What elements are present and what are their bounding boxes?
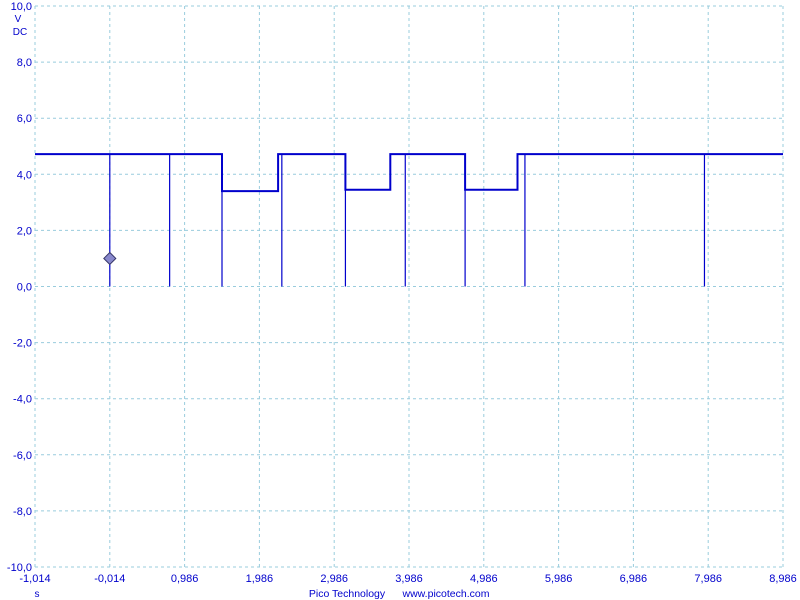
y-axis-tick-labels: 10,08,06,04,02,00,0-2,0-4,0-6,0-8,0-10,0 xyxy=(7,1,32,574)
x-tick-label: 2,986 xyxy=(320,573,348,585)
grid-layer xyxy=(34,5,784,568)
x-tick-label: -1,014 xyxy=(19,573,50,585)
footer-url: www.picotech.com xyxy=(402,588,490,600)
x-tick-label: 5,986 xyxy=(545,573,573,585)
y-axis-coupling-label: DC xyxy=(13,27,27,38)
y-tick-label: 2,0 xyxy=(17,225,32,237)
y-tick-label: 6,0 xyxy=(17,113,32,125)
footer-brand: Pico Technology xyxy=(309,588,386,600)
y-tick-label: -6,0 xyxy=(13,450,32,462)
y-tick-label: 10,0 xyxy=(11,1,32,13)
y-tick-label: 8,0 xyxy=(17,57,32,69)
x-tick-label: 3,986 xyxy=(395,573,423,585)
x-tick-label: 6,986 xyxy=(620,573,648,585)
x-tick-label: 0,986 xyxy=(171,573,199,585)
trigger-marker[interactable] xyxy=(103,251,117,266)
x-axis-tick-labels: -1,014 -0,014 0,986 1,986 2,986 3,986 4,986 5,9… xyxy=(19,573,796,585)
oscilloscope-chart: 10,08,06,04,02,00,0-2,0-4,0-6,0-8,0-10,0… xyxy=(7,1,797,600)
x-tick-label: 7,986 xyxy=(694,573,722,585)
y-axis-unit-label: V xyxy=(15,14,22,25)
y-tick-label: -2,0 xyxy=(13,338,32,350)
voltage-trace xyxy=(35,153,783,193)
x-axis-unit-label: s xyxy=(35,589,40,600)
x-tick-label: 1,986 xyxy=(246,573,274,585)
y-tick-label: 4,0 xyxy=(17,169,32,181)
x-tick-label: 4,986 xyxy=(470,573,498,585)
x-tick-label: 8,986 xyxy=(769,573,797,585)
y-tick-label: 0,0 xyxy=(17,282,32,294)
y-tick-label: -8,0 xyxy=(13,506,32,518)
y-tick-label: -4,0 xyxy=(13,394,32,406)
x-tick-label: -0,014 xyxy=(94,573,125,585)
